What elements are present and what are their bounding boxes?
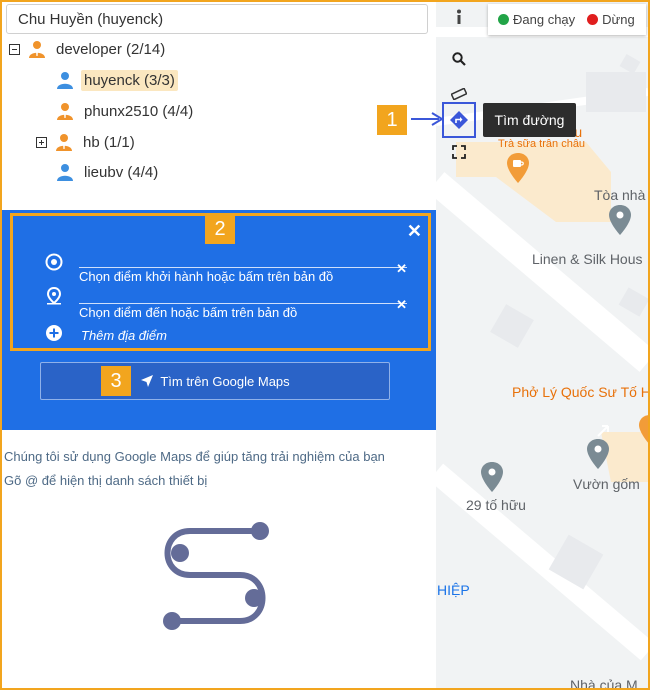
user-select[interactable]: Chu Huyền (huyenck) xyxy=(6,4,428,34)
legend-stopped: Dừng xyxy=(602,12,635,27)
group-user-icon xyxy=(57,103,73,120)
running-dot xyxy=(498,14,509,25)
map-place-29-to-huu[interactable]: 29 tố hữu xyxy=(466,497,526,513)
directions-tooltip: Tìm đường xyxy=(483,103,576,137)
expand-icon[interactable] xyxy=(36,136,47,148)
step-badge-1: 1 xyxy=(377,105,407,135)
fullscreen-button[interactable] xyxy=(446,139,472,165)
status-legend: Đang chạy Dừng xyxy=(488,4,646,35)
map-place-pho[interactable]: Phở Lý Quốc Sư Tố H xyxy=(512,384,648,400)
tree-node-lieubv[interactable]: lieubv (4/4) xyxy=(56,160,161,184)
pointer-arrow-icon xyxy=(411,112,444,126)
map-place-nha-cua[interactable]: Nhà của M xyxy=(570,677,638,688)
place-pin-icon[interactable] xyxy=(587,439,609,469)
tree-node-phunx2510[interactable]: phunx2510 (4/4) xyxy=(56,99,196,123)
search-google-maps-button[interactable]: Tìm trên Google Maps xyxy=(40,362,390,400)
search-map-button[interactable] xyxy=(446,46,472,72)
map-place-vuon-gom[interactable]: Vườn gốm xyxy=(573,476,640,492)
step-badge-2: 2 xyxy=(205,214,235,244)
group-user-icon xyxy=(56,134,72,151)
directions-highlight xyxy=(442,102,476,138)
map-place-hiep[interactable]: HIỆP xyxy=(437,582,470,598)
info-note: Chúng tôi sử dụng Google Maps để giúp tă… xyxy=(4,449,385,464)
ruler-icon xyxy=(451,88,467,100)
legend-running: Đang chạy xyxy=(513,12,576,27)
search-button-label: Tìm trên Google Maps xyxy=(160,373,290,389)
destination-placeholder: Chọn điểm đến hoặc bấm trên bản đồ xyxy=(79,305,298,320)
origin-placeholder: Chọn điểm khởi hành hoặc bấm trên bản đồ xyxy=(79,269,334,284)
user-icon xyxy=(57,72,73,89)
tree-label-hb: hb (1/1) xyxy=(83,133,135,151)
place-pin-icon[interactable] xyxy=(609,205,631,235)
destination-pin-icon xyxy=(46,287,62,305)
tree-label-huyenck: huyenck (3/3) xyxy=(81,69,178,91)
tree-node-huyenck[interactable]: huyenck (3/3) xyxy=(56,68,178,92)
clear-destination-icon[interactable]: ✕ xyxy=(396,297,407,313)
close-route-icon[interactable]: ✕ xyxy=(407,222,422,240)
clear-origin-icon[interactable]: ✕ xyxy=(396,261,407,277)
origin-icon xyxy=(45,253,63,271)
map-place-linen[interactable]: Linen & Silk Hous xyxy=(532,251,643,267)
hint-note: Gõ @ để hiện thị danh sách thiết bị xyxy=(4,473,208,488)
fullscreen-icon xyxy=(452,145,466,159)
tree-label-developer: developer (2/14) xyxy=(56,40,166,58)
info-button[interactable] xyxy=(446,4,472,30)
tree-node-hb[interactable]: hb (1/1) xyxy=(36,130,138,154)
cafe-pin-icon[interactable] xyxy=(507,153,529,183)
tree-label-lieubv: lieubv (4/4) xyxy=(84,163,159,181)
group-user-icon xyxy=(29,41,45,58)
map-place-toa-nha[interactable]: Tòa nhà xyxy=(594,187,645,203)
add-stop-link[interactable]: Thêm địa điểm xyxy=(81,328,167,343)
origin-input[interactable]: Chọn điểm khởi hành hoặc bấm trên bản đồ… xyxy=(79,261,407,299)
add-stop-icon[interactable] xyxy=(45,324,63,342)
map-place-yotea-sub: Trà sữa trân châu xyxy=(498,138,586,150)
search-icon xyxy=(452,52,466,66)
direction-arrow-icon xyxy=(597,425,609,437)
food-pin-icon[interactable] xyxy=(639,415,648,445)
user-icon xyxy=(57,164,73,181)
send-icon xyxy=(141,375,154,387)
route-illustration xyxy=(163,522,269,630)
collapse-icon[interactable] xyxy=(9,43,20,55)
ruler-button[interactable] xyxy=(450,86,468,102)
info-icon xyxy=(457,9,461,24)
tree-node-developer[interactable]: developer (2/14) xyxy=(9,37,168,61)
place-pin-icon[interactable] xyxy=(481,462,503,492)
tree-label-phunx2510: phunx2510 (4/4) xyxy=(84,102,194,120)
stopped-dot xyxy=(587,14,599,25)
step-badge-3: 3 xyxy=(101,366,131,396)
